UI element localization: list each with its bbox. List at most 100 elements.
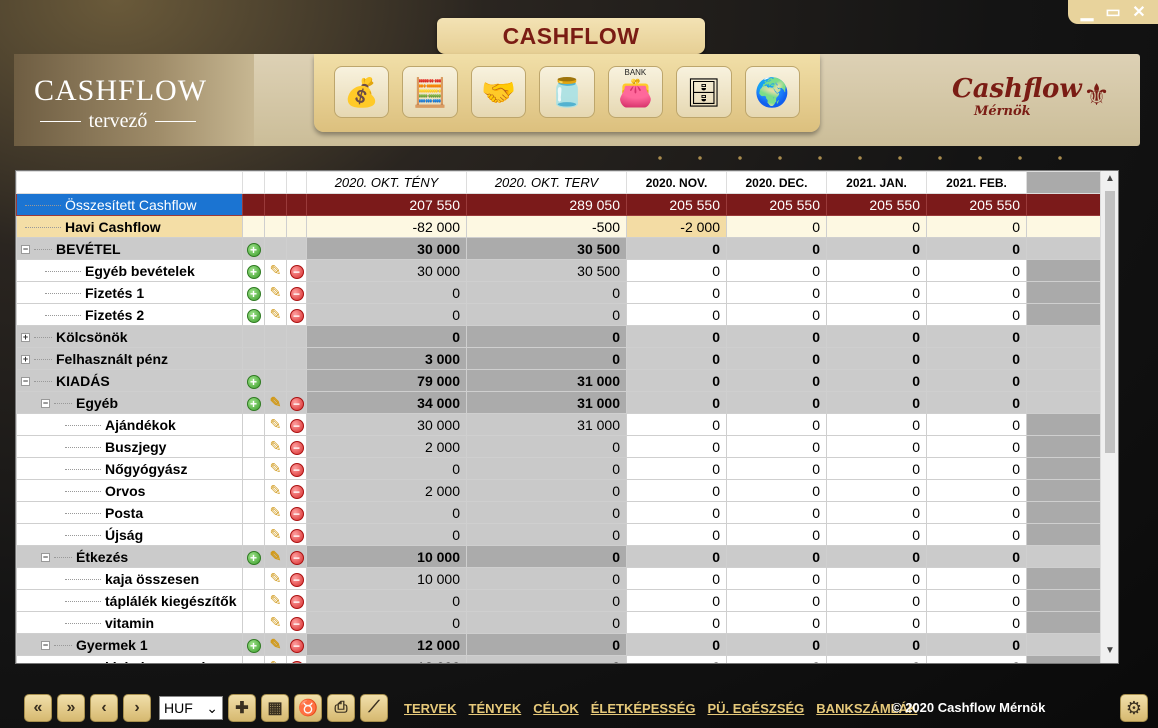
- value-cell[interactable]: 0: [626, 259, 727, 282]
- value-cell[interactable]: 0: [726, 303, 827, 326]
- maximize-icon[interactable]: ▭: [1103, 2, 1123, 22]
- value-cell[interactable]: 0: [926, 435, 1027, 458]
- value-cell[interactable]: 3 000: [306, 347, 467, 370]
- value-cell[interactable]: 205 550: [926, 193, 1027, 216]
- collapse-icon[interactable]: −: [41, 641, 50, 651]
- edit-pencil-icon[interactable]: ✎: [270, 262, 282, 279]
- value-cell[interactable]: 0: [926, 479, 1027, 502]
- delete-icon[interactable]: −: [289, 506, 304, 521]
- value-cell[interactable]: 0: [466, 457, 627, 480]
- value-cell[interactable]: 0: [466, 479, 627, 502]
- category-row[interactable]: − Étkezés + ✎ −10 000 0 0 0 0 0: [16, 545, 1103, 568]
- value-cell[interactable]: 289 050: [466, 193, 627, 216]
- value-cell[interactable]: 0: [926, 545, 1027, 568]
- delete-icon[interactable]: −: [289, 528, 304, 543]
- category-row[interactable]: + Felhasznált pénz 3 000 0 0 0 0 0: [16, 347, 1103, 370]
- bank-wallet-icon[interactable]: BANK 👛: [607, 66, 664, 118]
- value-cell[interactable]: 0: [626, 347, 727, 370]
- print-icon[interactable]: ⎙: [327, 694, 355, 722]
- vertical-scrollbar[interactable]: ▲ ▼: [1100, 171, 1118, 663]
- value-cell[interactable]: 0: [926, 413, 1027, 436]
- value-cell[interactable]: 0: [926, 589, 1027, 612]
- value-cell[interactable]: 0: [306, 501, 467, 524]
- table-row[interactable]: Ajándékok ✎ −30 000 31 000 0 0 0 0: [16, 413, 1103, 436]
- value-cell[interactable]: 0: [306, 325, 467, 348]
- edit-pencil-icon[interactable]: ✎: [270, 570, 282, 587]
- delete-icon[interactable]: −: [289, 462, 304, 477]
- table-row[interactable]: Nőgyógyász ✎ −0 0 0 0 0 0: [16, 457, 1103, 480]
- value-cell[interactable]: 0: [726, 435, 827, 458]
- value-cell[interactable]: 0: [926, 369, 1027, 392]
- value-cell[interactable]: 0: [826, 567, 927, 590]
- value-cell[interactable]: 0: [306, 523, 467, 546]
- gear-icon[interactable]: ⚙: [1120, 694, 1148, 722]
- table-row[interactable]: táplálék kiegészítők ✎ −0 0 0 0 0 0: [16, 589, 1103, 612]
- value-cell[interactable]: 0: [826, 479, 927, 502]
- value-cell[interactable]: 0: [826, 545, 927, 568]
- value-cell[interactable]: 0: [626, 567, 727, 590]
- value-cell[interactable]: 0: [926, 655, 1027, 663]
- total-row[interactable]: Összesített Cashflow 207 550 289 050 205 55…: [16, 193, 1103, 216]
- monthly-row[interactable]: Havi Cashflow -82 000 -500 -2 000 0 0 0: [16, 215, 1103, 238]
- table-row[interactable]: kisbaba cuccok✎−12 00000000: [16, 655, 1103, 663]
- value-cell[interactable]: 0: [726, 633, 827, 656]
- table-row[interactable]: Újság ✎ −0 0 0 0 0 0: [16, 523, 1103, 546]
- value-cell[interactable]: 0: [926, 611, 1027, 634]
- add-icon[interactable]: +: [246, 242, 261, 257]
- value-cell[interactable]: 0: [626, 655, 727, 663]
- table-row[interactable]: Fizetés 2 + ✎ −0 0 0 0 0 0: [16, 303, 1103, 326]
- value-cell[interactable]: 2 000: [306, 479, 467, 502]
- table-row[interactable]: Posta ✎ −0 0 0 0 0 0: [16, 501, 1103, 524]
- value-cell[interactable]: 0: [726, 237, 827, 260]
- value-cell[interactable]: 0: [826, 369, 927, 392]
- value-cell[interactable]: 0: [466, 611, 627, 634]
- value-cell[interactable]: 0: [926, 633, 1027, 656]
- value-cell[interactable]: 0: [826, 237, 927, 260]
- edit-pencil-icon[interactable]: ✎: [270, 482, 282, 499]
- value-cell[interactable]: 0: [726, 259, 827, 282]
- value-cell[interactable]: 0: [726, 325, 827, 348]
- next-button[interactable]: ›: [123, 694, 151, 722]
- cashflow-grid[interactable]: 2020. OKT. TÉNY 2020. OKT. TERV 2020. NO…: [15, 170, 1119, 664]
- value-cell[interactable]: 31 000: [466, 413, 627, 436]
- value-cell[interactable]: 0: [926, 391, 1027, 414]
- delete-icon[interactable]: −: [289, 286, 304, 301]
- value-cell[interactable]: 0: [726, 347, 827, 370]
- table-row[interactable]: vitamin ✎ −0 0 0 0 0 0: [16, 611, 1103, 634]
- collapse-icon[interactable]: −: [41, 399, 50, 409]
- value-cell[interactable]: 0: [926, 259, 1027, 282]
- value-cell[interactable]: 0: [826, 259, 927, 282]
- value-cell[interactable]: 0: [726, 281, 827, 304]
- value-cell[interactable]: 0: [826, 633, 927, 656]
- value-cell[interactable]: 30 000: [306, 237, 467, 260]
- value-cell[interactable]: 0: [826, 611, 927, 634]
- value-cell[interactable]: 30 500: [466, 237, 627, 260]
- value-cell[interactable]: 0: [466, 435, 627, 458]
- add-icon[interactable]: +: [246, 396, 261, 411]
- scroll-down-icon[interactable]: ▼: [1101, 645, 1118, 661]
- value-cell[interactable]: 0: [726, 655, 827, 663]
- value-cell[interactable]: 0: [466, 589, 627, 612]
- value-cell[interactable]: 30 000: [306, 259, 467, 282]
- edit-pencil-icon[interactable]: ✎: [270, 394, 282, 411]
- value-cell[interactable]: 31 000: [466, 369, 627, 392]
- add-icon[interactable]: +: [246, 374, 261, 389]
- value-cell[interactable]: 0: [926, 303, 1027, 326]
- value-cell[interactable]: 0: [926, 567, 1027, 590]
- table-row[interactable]: kaja összesen ✎ −10 000 0 0 0 0 0: [16, 567, 1103, 590]
- edit-pencil-icon[interactable]: ✎: [270, 438, 282, 455]
- table-row[interactable]: Egyéb bevételek + ✎ −30 000 30 500 0 0 0 0: [16, 259, 1103, 282]
- value-cell[interactable]: 0: [826, 281, 927, 304]
- value-cell[interactable]: 0: [726, 567, 827, 590]
- value-cell[interactable]: 79 000: [306, 369, 467, 392]
- edit-pencil-icon[interactable]: ✎: [270, 504, 282, 521]
- value-cell[interactable]: -500: [466, 215, 627, 238]
- value-cell[interactable]: 0: [626, 633, 727, 656]
- value-cell[interactable]: 0: [306, 611, 467, 634]
- edit-pencil-icon[interactable]: ✎: [270, 306, 282, 323]
- value-cell[interactable]: 0: [466, 325, 627, 348]
- value-cell[interactable]: 0: [826, 435, 927, 458]
- delete-icon[interactable]: −: [289, 308, 304, 323]
- value-cell[interactable]: 0: [926, 457, 1027, 480]
- category-row[interactable]: − BEVÉTEL +30 000 30 500 0 0 0 0: [16, 237, 1103, 260]
